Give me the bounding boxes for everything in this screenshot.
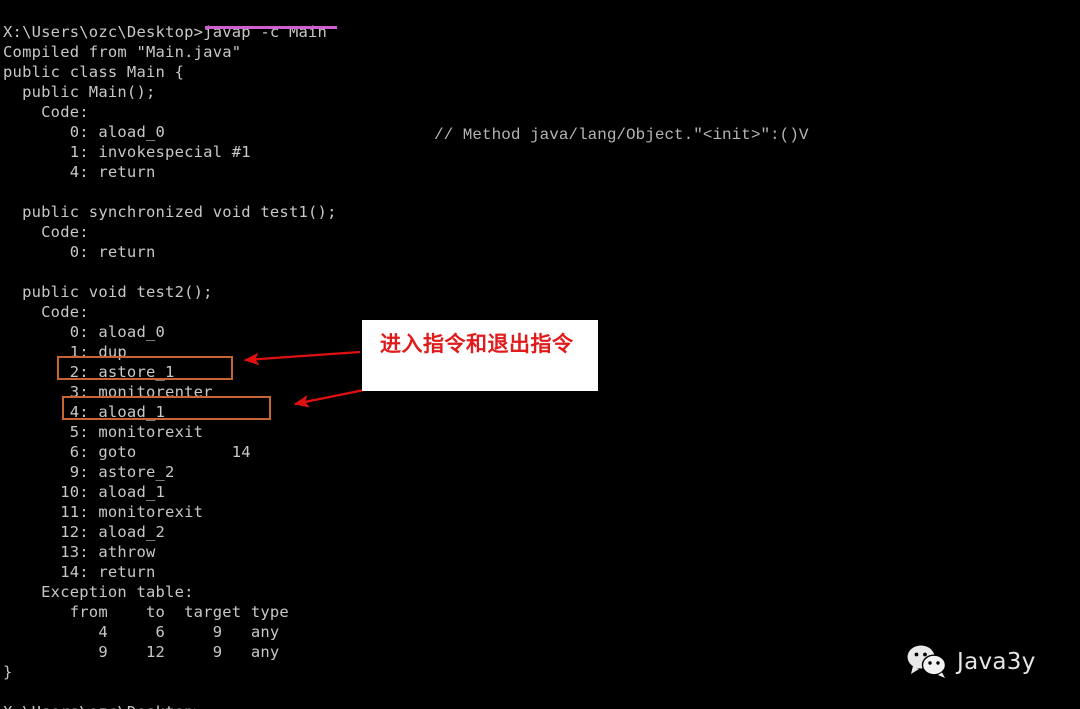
terminal-line-test2-11: 11: monitorexit [3,502,204,521]
terminal-line-code-label-test1: Code: [3,222,89,241]
invokespecial-comment: // Method java/lang/Object."<init>":()V [434,126,809,144]
watermark-label: Java3y [957,648,1036,675]
watermark: Java3y [906,645,1036,678]
terminal-line-ctor-4: 4: return [3,162,156,181]
terminal-line-exception-table-title: Exception table: [3,582,194,601]
terminal-line-ctor-1: 1: invokespecial #1 [3,142,251,161]
terminal-line-exception-table-headers: from to target type [3,602,289,621]
annotation-callout-box: 进入指令和退出指令 [362,320,598,391]
terminal-line-test2-10: 10: aload_1 [3,482,166,501]
terminal-line-test1-0: 0: return [3,242,156,261]
terminal-line-final-prompt: X:\Users\ozc\Desktop> [3,702,1080,709]
terminal-line-test2-14: 14: return [3,562,156,581]
terminal-line-test2-13: 13: athrow [3,542,156,561]
terminal-line-test2-6: 6: goto 14 [3,442,251,461]
terminal-window: X:\Users\ozc\Desktop>javap -c Main Compil… [0,0,1080,709]
terminal-line-test2-9: 9: astore_2 [3,462,175,481]
terminal-line-class-decl: public class Main { [3,62,185,81]
terminal-line-code-label-test2: Code: [3,302,89,321]
terminal-line-test2-5-monitorexit: 5: monitorexit [3,422,204,441]
command-underline [205,26,337,29]
terminal-line-prompt-command: X:\Users\ozc\Desktop>javap -c Main [3,22,328,41]
terminal-line-blank-2 [3,262,1080,282]
highlight-box-monitorenter [57,356,233,380]
terminal-line-compiled-from: Compiled from "Main.java" [3,42,242,61]
terminal-line-test1-signature: public synchronized void test1(); [3,202,337,221]
terminal-line-test2-signature: public void test2(); [3,282,213,301]
wechat-icon [907,645,947,678]
terminal-line-test2-12: 12: aload_2 [3,522,166,541]
terminal-line-blank-1 [3,182,1080,202]
terminal-line-blank-3 [3,682,1080,702]
terminal-line-ctor-signature: public Main(); [3,82,156,101]
annotation-callout-text: 进入指令和退出指令 [380,332,574,356]
terminal-line-code-label-ctor: Code: [3,102,89,121]
terminal-line-exception-table-row-1: 4 6 9 any [3,622,280,641]
highlight-box-monitorexit [62,396,271,420]
